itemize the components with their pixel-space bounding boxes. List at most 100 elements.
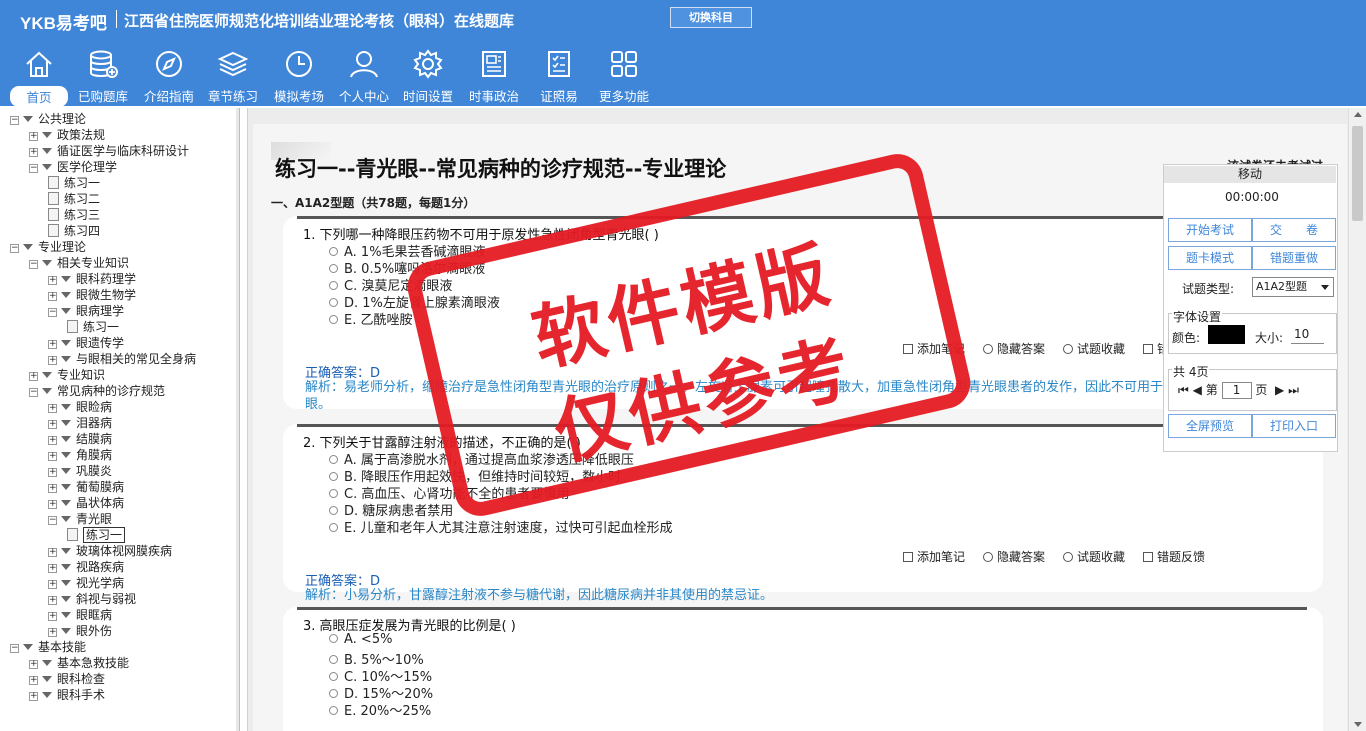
tree-item[interactable]: − 常见病种的诊疗规范 xyxy=(29,383,165,399)
tree-item[interactable]: + 基本急救技能 xyxy=(29,655,129,671)
tree-item[interactable]: + 葡萄膜病 xyxy=(48,479,124,495)
hide-answer-button[interactable]: 隐藏答案 xyxy=(983,342,1045,356)
tree-scrollbar[interactable] xyxy=(236,108,239,731)
tree-item[interactable]: + 眼科手术 xyxy=(29,687,105,703)
font-size-input[interactable]: 10 xyxy=(1291,325,1324,344)
collapse-icon[interactable]: − xyxy=(29,388,38,397)
tree-item[interactable]: + 政策法规 xyxy=(29,127,105,143)
favorite-button[interactable]: 试题收藏 xyxy=(1063,342,1125,356)
tree-item[interactable]: + 巩膜炎 xyxy=(48,463,112,479)
nav-item-2[interactable]: 介绍指南 xyxy=(138,44,200,104)
tree-item[interactable]: + 晶状体病 xyxy=(48,495,124,511)
tree-item[interactable]: − 专业理论 xyxy=(10,239,86,255)
expand-icon[interactable]: + xyxy=(29,692,38,701)
tree-item[interactable]: + 视光学病 xyxy=(48,575,124,591)
full-preview-button[interactable]: 全屏预览 xyxy=(1168,414,1252,438)
radio-icon[interactable] xyxy=(329,672,338,681)
radio-icon[interactable] xyxy=(329,264,338,273)
radio-icon[interactable] xyxy=(329,247,338,256)
expand-icon[interactable]: + xyxy=(48,452,57,461)
tree-item[interactable]: + 结膜病 xyxy=(48,431,112,447)
tree-item[interactable]: + 泪器病 xyxy=(48,415,112,431)
nav-item-6[interactable]: 时间设置 xyxy=(398,44,458,104)
tree-item[interactable]: + 眼外伤 xyxy=(48,623,112,639)
answer-option[interactable]: E. 乙酰唑胺 xyxy=(329,309,412,328)
tree-item[interactable]: 练习二 xyxy=(48,191,100,207)
expand-icon[interactable]: + xyxy=(29,148,38,157)
tree-item[interactable]: + 眼眶病 xyxy=(48,607,112,623)
tree-item[interactable]: + 斜视与弱视 xyxy=(48,591,136,607)
expand-icon[interactable]: + xyxy=(29,132,38,141)
expand-icon[interactable]: + xyxy=(48,548,57,557)
tree-item[interactable]: + 眼遗传学 xyxy=(48,335,124,351)
collapse-icon[interactable]: − xyxy=(48,308,57,317)
tree-item[interactable]: − 公共理论 xyxy=(10,111,86,127)
expand-icon[interactable]: + xyxy=(48,564,57,573)
answer-option[interactable]: E. 儿童和老年人尤其注意注射速度，过快可引起血栓形成 xyxy=(329,517,672,536)
collapse-icon[interactable]: − xyxy=(10,116,19,125)
radio-icon[interactable] xyxy=(329,472,338,481)
scroll-up-icon[interactable] xyxy=(1354,112,1362,117)
tree-item[interactable]: − 青光眼 xyxy=(48,511,112,527)
collapse-icon[interactable]: − xyxy=(48,516,57,525)
tree-item[interactable]: + 眼科检查 xyxy=(29,671,105,687)
tree-item[interactable]: 练习四 xyxy=(48,223,100,239)
expand-icon[interactable]: + xyxy=(48,420,57,429)
collapse-icon[interactable]: − xyxy=(29,260,38,269)
expand-icon[interactable]: + xyxy=(48,340,57,349)
answer-option[interactable]: E. 20%～25% xyxy=(329,700,431,719)
question-type-select[interactable]: A1A2型题 xyxy=(1252,277,1334,297)
hide-answer-button[interactable]: 隐藏答案 xyxy=(983,550,1045,564)
add-note-button[interactable]: 添加笔记 xyxy=(903,550,965,564)
tree-item[interactable]: + 角膜病 xyxy=(48,447,112,463)
radio-icon[interactable] xyxy=(329,655,338,664)
tree-item[interactable]: − 眼病理学 xyxy=(48,303,124,319)
page-input[interactable]: 1 xyxy=(1221,382,1252,399)
radio-icon[interactable] xyxy=(329,281,338,290)
tree-item[interactable]: 练习一 xyxy=(67,527,126,543)
expand-icon[interactable]: + xyxy=(29,676,38,685)
prev-page-icon[interactable]: ◀ xyxy=(1193,383,1202,397)
tree-item[interactable]: − 医学伦理学 xyxy=(29,159,117,175)
radio-icon[interactable] xyxy=(329,523,338,532)
nav-item-3[interactable]: 章节练习 xyxy=(204,44,262,104)
move-handle[interactable]: 移动 xyxy=(1164,166,1336,183)
last-page-icon[interactable]: ⏭ xyxy=(1288,383,1299,397)
radio-icon[interactable] xyxy=(329,298,338,307)
favorite-button[interactable]: 试题收藏 xyxy=(1063,550,1125,564)
tree-item[interactable]: + 眼睑病 xyxy=(48,399,112,415)
radio-icon[interactable] xyxy=(329,455,338,464)
nav-item-1[interactable]: 已购题库 xyxy=(74,44,132,104)
expand-icon[interactable]: + xyxy=(29,372,38,381)
redo-wrong-button[interactable]: 错题重做 xyxy=(1252,246,1336,270)
tree-item[interactable]: 练习三 xyxy=(48,207,100,223)
collapse-icon[interactable]: − xyxy=(29,164,38,173)
tree-item[interactable]: + 专业知识 xyxy=(29,367,105,383)
next-page-icon[interactable]: ▶ xyxy=(1275,383,1284,397)
tree-item[interactable]: + 眼科药理学 xyxy=(48,271,136,287)
nav-item-8[interactable]: 证照易 xyxy=(536,44,582,104)
start-exam-button[interactable]: 开始考试 xyxy=(1168,218,1252,242)
page-scrollbar[interactable] xyxy=(1348,108,1366,731)
tree-item[interactable]: + 视路疾病 xyxy=(48,559,124,575)
tree-item[interactable]: + 与眼相关的常见全身病 xyxy=(48,351,196,367)
tree-item[interactable]: − 相关专业知识 xyxy=(29,255,129,271)
expand-icon[interactable]: + xyxy=(48,356,57,365)
tree-item[interactable]: + 眼微生物学 xyxy=(48,287,136,303)
expand-icon[interactable]: + xyxy=(48,404,57,413)
nav-item-0[interactable]: 首页 xyxy=(10,44,68,107)
first-page-icon[interactable]: ⏮ xyxy=(1178,383,1189,397)
expand-icon[interactable]: + xyxy=(48,436,57,445)
submit-button[interactable]: 交 卷 xyxy=(1252,218,1336,242)
tree-item[interactable]: − 基本技能 xyxy=(10,639,86,655)
expand-icon[interactable]: + xyxy=(48,500,57,509)
collapse-icon[interactable]: − xyxy=(10,644,19,653)
nav-item-9[interactable]: 更多功能 xyxy=(594,44,654,104)
nav-item-7[interactable]: 时事政治 xyxy=(464,44,524,104)
expand-icon[interactable]: + xyxy=(48,276,57,285)
tree-item[interactable]: + 循证医学与临床科研设计 xyxy=(29,143,189,159)
add-note-button[interactable]: 添加笔记 xyxy=(903,342,965,356)
feedback-button[interactable]: 错题反馈 xyxy=(1143,550,1205,564)
radio-icon[interactable] xyxy=(329,634,338,643)
scroll-thumb[interactable] xyxy=(1352,126,1363,221)
